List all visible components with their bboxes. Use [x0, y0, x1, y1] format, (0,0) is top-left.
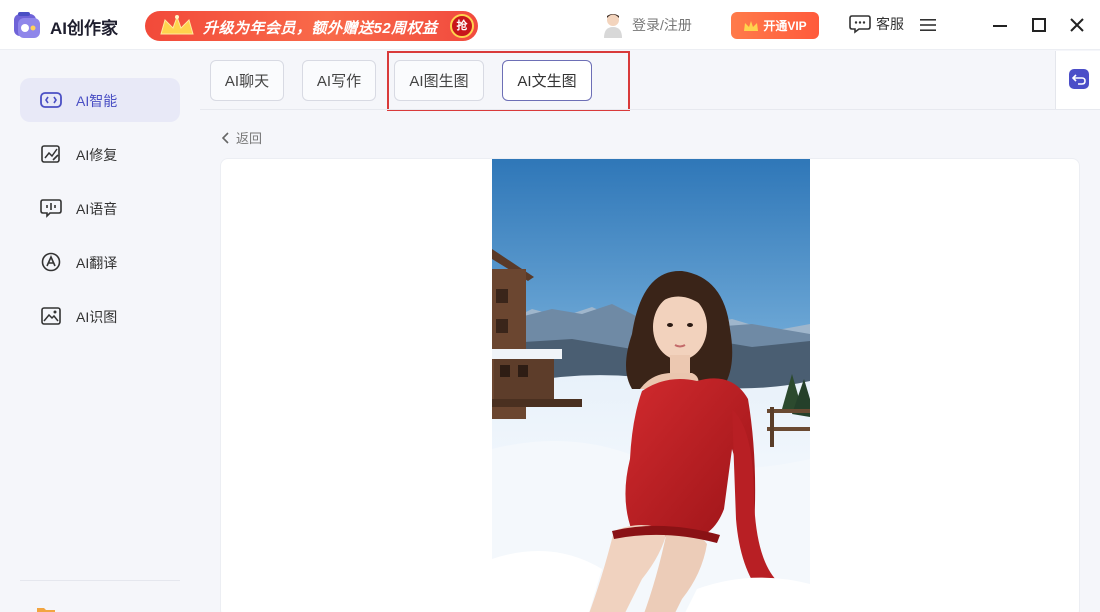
avatar-icon: [604, 14, 622, 38]
promo-banner[interactable]: 升级为年会员，额外赠送52周权益 抢: [145, 11, 478, 41]
back-button[interactable]: 返回: [222, 128, 262, 147]
sidebar-item-label: AI修复: [76, 147, 118, 163]
sidebar-item-label: AI翻译: [76, 255, 118, 271]
minimize-icon[interactable]: [990, 15, 1010, 35]
sidebar: AI智能 AI修复 AI语音 AI翻译 AI识图: [0, 51, 200, 612]
login-label: 登录/注册: [632, 17, 692, 33]
sidebar-item-label: AI语音: [76, 201, 118, 217]
ai-chip-icon: [40, 92, 62, 108]
tab-ai-chat[interactable]: AI聊天: [210, 60, 284, 101]
vip-button[interactable]: 开通VIP: [731, 12, 819, 39]
image-recognize-icon: [41, 307, 61, 325]
promo-text: 升级为年会员，额外赠送52周权益: [203, 20, 438, 37]
customer-service-button[interactable]: 客服: [849, 14, 904, 34]
title-bar: AI创作家 升级为年会员，额外赠送52周权益 抢 登录/注册 开通VIP 客服: [0, 0, 1100, 50]
folder-icon: [37, 608, 55, 612]
vip-crown-icon: [744, 20, 759, 31]
promo-badge: 抢: [450, 14, 474, 38]
app-title: AI创作家: [50, 19, 118, 38]
app-logo-icon: [14, 12, 40, 38]
chevron-left-icon: [222, 131, 229, 144]
right-toolbar: [1055, 51, 1100, 109]
close-icon[interactable]: [1067, 15, 1087, 35]
annotation-highlight-box: [387, 51, 630, 111]
undo-icon: [1072, 74, 1086, 85]
voice-icon: [40, 199, 62, 218]
image-repair-icon: [41, 145, 60, 163]
sidebar-item-ai-recognize[interactable]: AI识图: [20, 294, 180, 338]
image-preview-canvas: [220, 158, 1080, 612]
tab-ai-writing[interactable]: AI写作: [302, 60, 376, 101]
chat-bubble-icon: [849, 15, 871, 34]
sidebar-bottom-item[interactable]: [36, 602, 56, 612]
sidebar-item-ai-smart[interactable]: AI智能: [20, 78, 180, 122]
login-button[interactable]: 登录/注册: [602, 12, 692, 38]
crown-icon: [160, 15, 194, 35]
vip-label: 开通VIP: [763, 19, 807, 33]
sidebar-divider: [20, 580, 180, 581]
generated-image[interactable]: [492, 159, 810, 612]
menu-icon[interactable]: [919, 17, 937, 33]
service-label: 客服: [876, 16, 904, 32]
back-label: 返回: [236, 131, 263, 146]
undo-button[interactable]: [1069, 69, 1089, 89]
sidebar-item-ai-repair[interactable]: AI修复: [20, 132, 180, 176]
tab-bar-divider: [200, 109, 1100, 110]
translate-icon: [41, 252, 61, 272]
main-panel: AI聊天 AI写作 AI图生图 AI文生图 返回: [200, 51, 1100, 612]
sidebar-item-label: AI识图: [76, 309, 118, 325]
sidebar-item-ai-translate[interactable]: AI翻译: [20, 240, 180, 284]
maximize-icon[interactable]: [1029, 15, 1049, 35]
tab-bar: AI聊天 AI写作 AI图生图 AI文生图: [200, 51, 1055, 111]
sidebar-item-ai-voice[interactable]: AI语音: [20, 186, 180, 230]
sidebar-item-label: AI智能: [76, 93, 118, 109]
